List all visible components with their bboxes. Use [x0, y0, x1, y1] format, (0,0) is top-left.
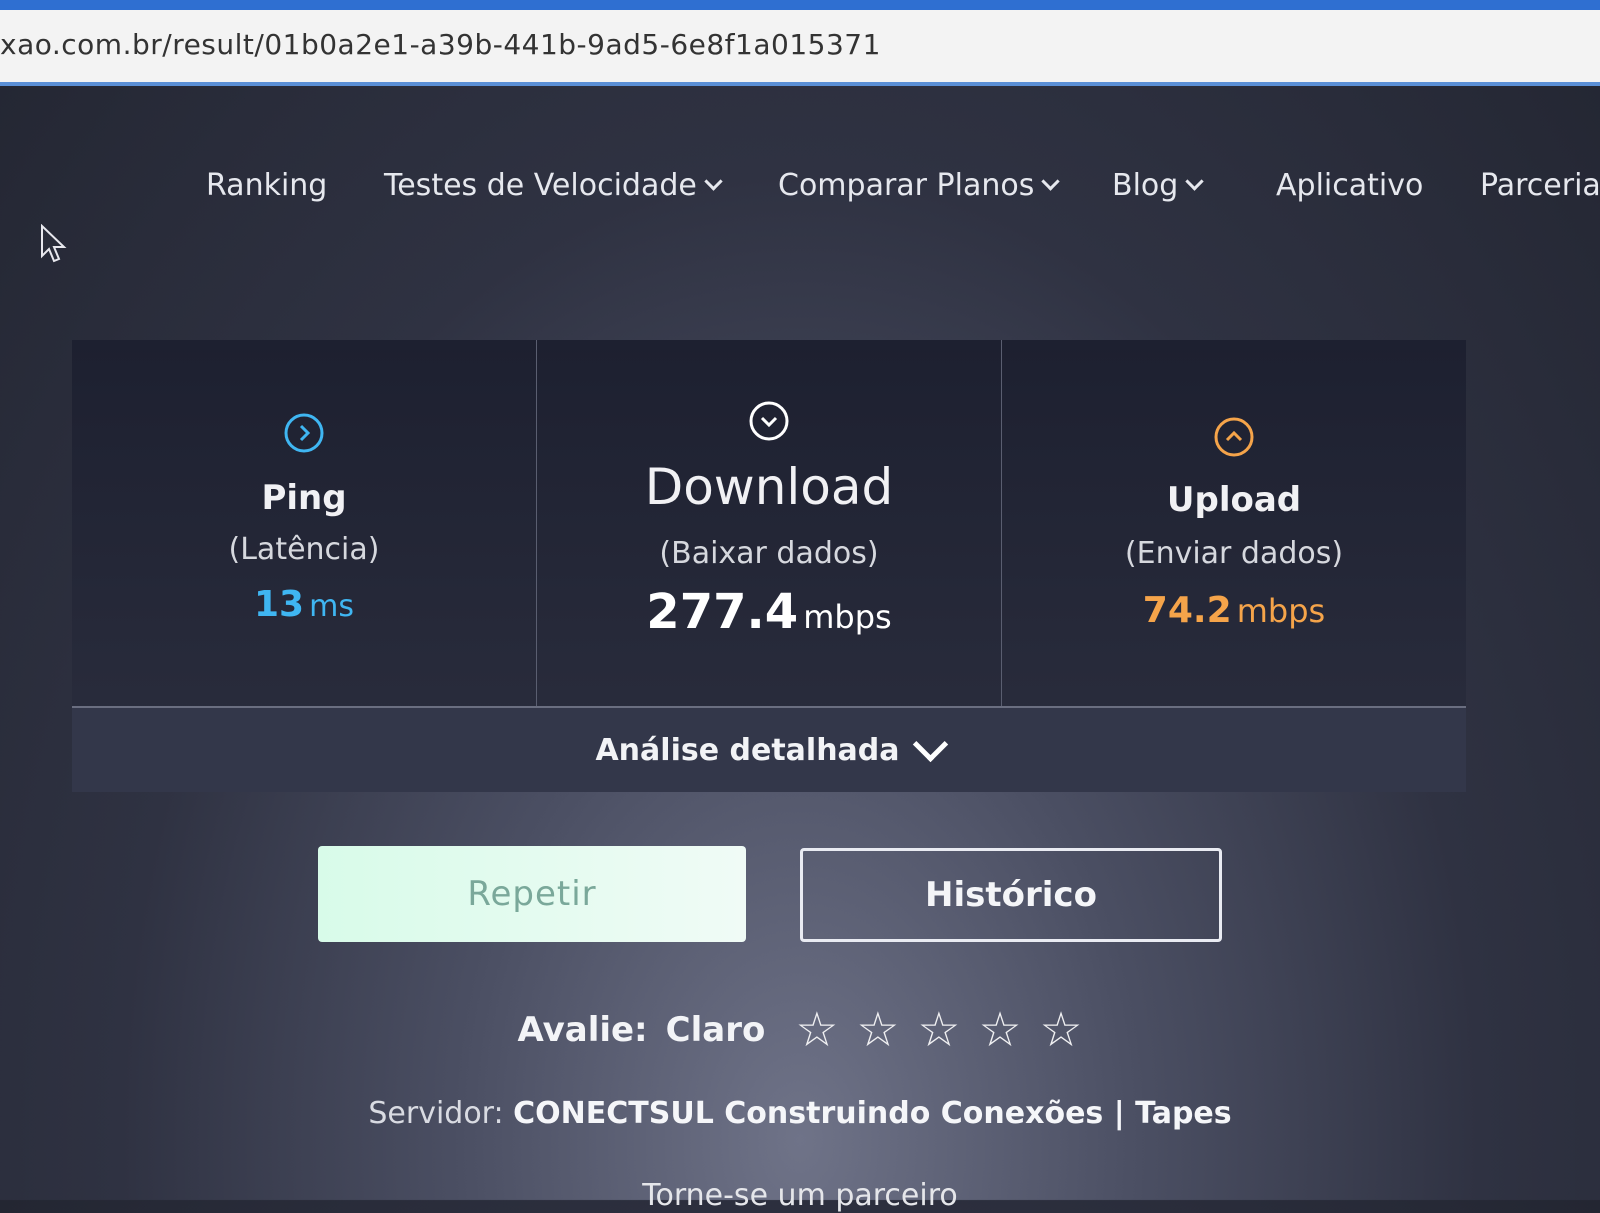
rating-provider: Claro: [665, 1010, 766, 1050]
download-value: 277.4 mbps: [537, 584, 1001, 640]
nav-item-label: Blog: [1112, 168, 1179, 203]
upload-metric: Upload (Enviar dados) 74.2 mbps: [1002, 340, 1466, 706]
nav-item-testes-de-velocidade[interactable]: Testes de Velocidade: [384, 168, 723, 203]
nav-item-aplicativo[interactable]: Aplicativo: [1276, 168, 1423, 203]
star-icon[interactable]: ☆: [917, 1006, 960, 1054]
ping-metric: Ping (Latência) 13 ms: [72, 340, 537, 706]
chevron-up-circle-icon: [1214, 417, 1254, 457]
star-icon[interactable]: ☆: [856, 1006, 899, 1054]
upload-unit: mbps: [1236, 592, 1326, 630]
partner-link[interactable]: Torne-se um parceiro: [0, 1178, 1600, 1213]
nav-item-label: Aplicativo: [1276, 168, 1424, 203]
address-bar[interactable]: xao.com.br/result/01b0a2e1-a39b-441b-9ad…: [0, 10, 1600, 86]
chevron-down-icon: [1041, 172, 1061, 191]
nav-item-comparar-planos[interactable]: Comparar Planos: [778, 168, 1061, 203]
download-title: Download: [644, 458, 894, 516]
nav-item-label: Comparar Planos: [778, 168, 1035, 203]
metrics-row: Ping (Latência) 13 ms Download (Baixar d…: [72, 340, 1466, 706]
chevron-down-icon: [704, 172, 723, 191]
browser-tab-strip: [0, 0, 1600, 10]
upload-title: Upload: [1166, 480, 1302, 520]
ping-value: 13 ms: [72, 584, 536, 625]
star-icon[interactable]: ☆: [978, 1006, 1021, 1054]
chevron-down-circle-icon: [749, 401, 789, 441]
history-button[interactable]: Histórico: [800, 848, 1222, 942]
download-metric: Download (Baixar dados) 277.4 mbps: [537, 340, 1002, 706]
nav-item-label: Ranking: [206, 168, 328, 203]
download-unit: mbps: [803, 598, 892, 636]
download-subtitle: (Baixar dados): [659, 536, 879, 571]
download-number: 277.4: [646, 584, 799, 640]
detailed-analysis-toggle[interactable]: Análise detalhada: [72, 708, 1466, 792]
server-label: Servidor:: [368, 1096, 504, 1131]
repeat-button[interactable]: Repetir: [318, 846, 746, 942]
detailed-analysis-label: Análise detalhada: [595, 732, 900, 768]
upload-number: 74.2: [1142, 590, 1232, 631]
chevron-down-icon: [1185, 172, 1205, 191]
chevron-down-icon: [912, 726, 948, 762]
ping-number: 13: [253, 584, 305, 625]
nav-item-ranking[interactable]: Ranking: [206, 168, 327, 203]
upload-value: 74.2 mbps: [1002, 590, 1466, 631]
chevron-right-circle-icon: [284, 413, 324, 453]
nav-item-parcerias[interactable]: Parcerias: [1480, 168, 1600, 203]
upload-subtitle: (Enviar dados): [1124, 536, 1344, 571]
star-icon[interactable]: ☆: [795, 1006, 838, 1054]
nav-item-blog[interactable]: Blog: [1112, 168, 1205, 203]
ping-title: Ping: [261, 478, 347, 518]
url-text[interactable]: xao.com.br/result/01b0a2e1-a39b-441b-9ad…: [0, 28, 881, 61]
nav-item-label: Testes de Velocidade: [384, 168, 697, 203]
ping-unit: ms: [309, 589, 355, 624]
ping-subtitle: (Latência): [228, 532, 380, 567]
star-icon[interactable]: ☆: [1039, 1006, 1082, 1054]
server-info: Servidor: CONECTSUL Construindo Conexões…: [0, 1096, 1600, 1131]
nav-item-label: Parcerias: [1480, 168, 1600, 203]
rating-label: Avalie:: [517, 1010, 648, 1050]
rating-row: Avalie: Claro ☆ ☆ ☆ ☆ ☆: [0, 1000, 1600, 1060]
server-name: CONECTSUL Construindo Conexões | Tapes: [513, 1096, 1232, 1131]
main-nav: Ranking Testes de Velocidade Comparar Pl…: [0, 168, 1600, 218]
speed-result-card: Ping (Latência) 13 ms Download (Baixar d…: [72, 340, 1466, 792]
mouse-cursor-icon: [41, 224, 67, 263]
